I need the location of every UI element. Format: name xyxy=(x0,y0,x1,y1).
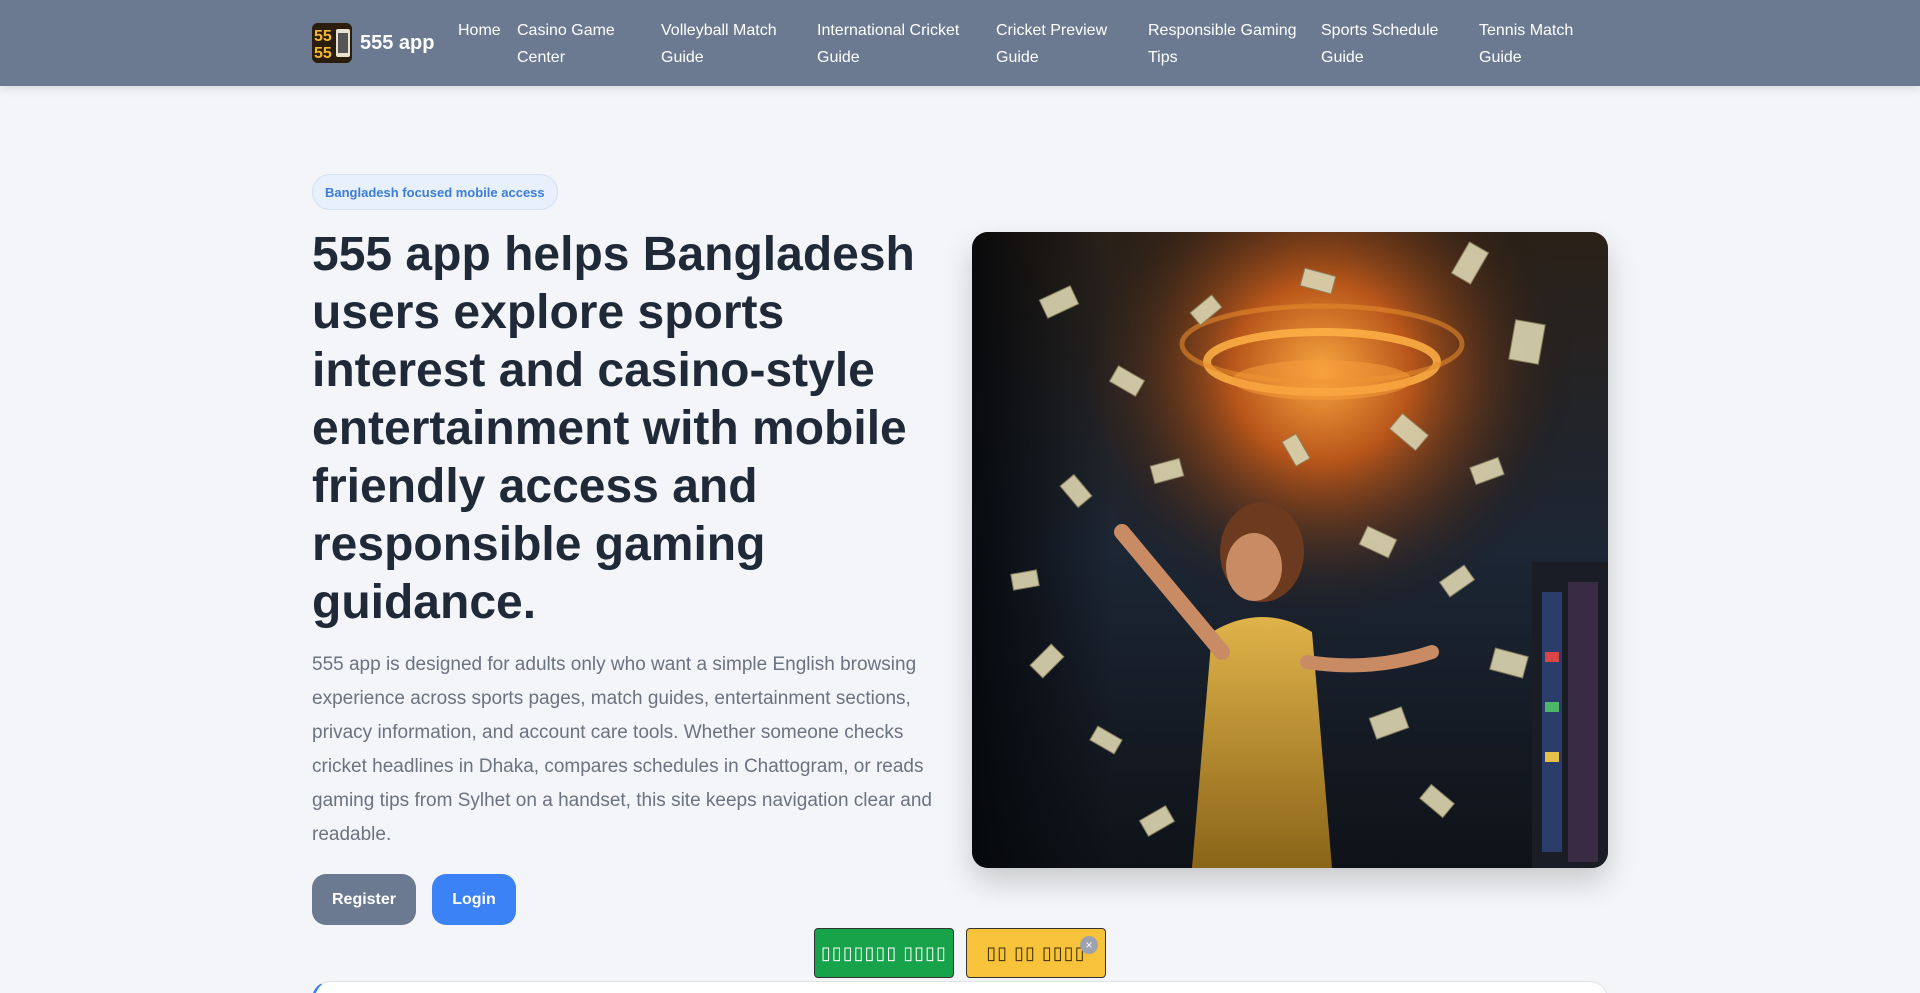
close-icon[interactable]: × xyxy=(1080,936,1098,954)
nav-casino-game-center[interactable]: Casino Game Center xyxy=(517,17,647,71)
nav-tennis-match-guide[interactable]: Tennis Match Guide xyxy=(1479,17,1589,71)
svg-text:55: 55 xyxy=(314,45,332,62)
nav-cricket-preview-guide[interactable]: Cricket Preview Guide xyxy=(996,17,1136,71)
top-nav-bar: 55 55 555 app Home Casino Game Center Vo… xyxy=(0,0,1920,86)
svg-text:55: 55 xyxy=(314,28,332,45)
hero-title: 555 app helps Bangladesh users explore s… xyxy=(312,228,915,629)
promo-green-button[interactable]: ▯▯▯▯▯▯▯ ▯▯▯▯ xyxy=(814,928,954,978)
nav-international-cricket-guide[interactable]: International Cricket Guide xyxy=(817,17,979,71)
brand-link[interactable]: 55 55 555 app xyxy=(312,22,434,64)
brand-name: 555 app xyxy=(360,31,435,54)
nav-home[interactable]: Home xyxy=(458,17,518,44)
brand-logo-icon: 55 55 xyxy=(312,23,352,63)
region-badge: Bangladesh focused mobile access xyxy=(312,174,558,210)
hero-description: 555 app is designed for adults only who … xyxy=(312,654,932,845)
register-button[interactable]: Register xyxy=(312,874,416,925)
nav-responsible-gaming-tips[interactable]: Responsible Gaming Tips xyxy=(1148,17,1313,71)
login-button[interactable]: Login xyxy=(432,874,516,925)
nav-volleyball-match-guide[interactable]: Volleyball Match Guide xyxy=(661,17,806,71)
nav-sports-schedule-guide[interactable]: Sports Schedule Guide xyxy=(1321,17,1451,71)
next-section-card xyxy=(312,981,1608,993)
hero-casino-image xyxy=(972,232,1608,868)
